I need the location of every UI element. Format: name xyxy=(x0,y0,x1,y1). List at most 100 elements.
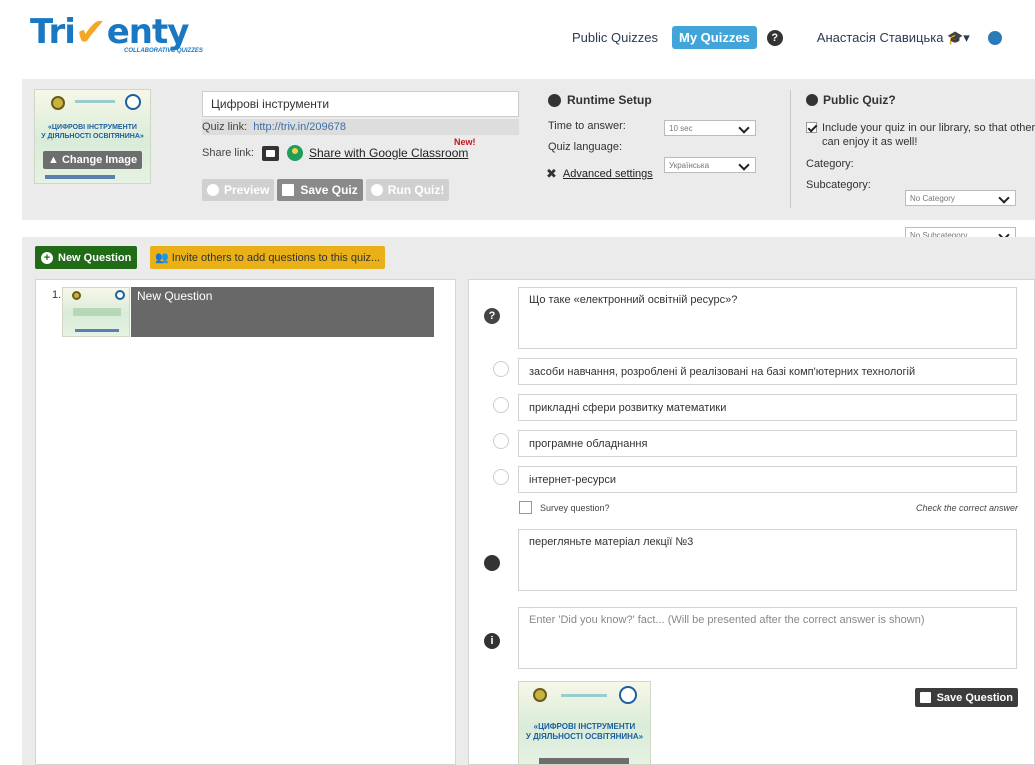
check-correct-hint: Check the correct answer xyxy=(915,503,1018,513)
globe-icon xyxy=(806,94,818,106)
new-badge: New! xyxy=(454,137,476,147)
time-to-answer-select[interactable]: 10 sec xyxy=(664,120,756,136)
advanced-settings-link[interactable]: Advanced settings xyxy=(563,168,653,180)
emblem-icon xyxy=(125,94,141,110)
quiz-action-buttons: Preview Save Quiz Run Quiz! xyxy=(202,179,450,201)
people-icon: 👥 xyxy=(155,252,169,264)
answer-input[interactable]: програмне обладнання xyxy=(518,430,1017,457)
logo-tagline: COLLABORATIVE QUIZZES xyxy=(124,48,203,54)
emblem-icon xyxy=(72,291,81,300)
quiz-link-url[interactable]: http://triv.in/209678 xyxy=(253,121,346,133)
answer-radio[interactable] xyxy=(493,469,509,485)
change-image-button[interactable]: ▲ Change Image xyxy=(43,151,143,169)
thumb-title-line1: «ЦИФРОВІ ІНСТРУМЕНТИ xyxy=(48,124,137,131)
preview-label: Preview xyxy=(224,183,270,197)
answer-input[interactable]: засоби навчання, розроблені й реалізован… xyxy=(518,358,1017,385)
hint-input[interactable]: перегляньте матеріал лекції №3 xyxy=(518,529,1017,591)
change-image-label: Change Image xyxy=(61,154,138,166)
logo-checkmark-icon: ✔ xyxy=(74,10,107,54)
user-name: Анастасія Ставицька xyxy=(816,29,944,45)
did-you-know-placeholder: Enter 'Did you know?' fact... (Will be p… xyxy=(529,614,925,626)
answer-radio[interactable] xyxy=(493,361,509,377)
quiz-link-row: Quiz link: http://triv.in/209678 xyxy=(202,119,519,135)
question-list xyxy=(35,279,456,765)
question-thumbnail[interactable] xyxy=(62,287,130,337)
emblem-icon xyxy=(115,290,125,300)
category-select[interactable]: No Category xyxy=(905,190,1016,206)
run-quiz-label: Run Quiz! xyxy=(387,183,445,197)
floppy-icon xyxy=(282,184,295,196)
top-navigation: Public Quizzes My Quizzes ? Анастасія Ст… xyxy=(572,26,1002,49)
emblem-icon xyxy=(51,96,65,110)
question-number: 1. xyxy=(52,289,62,301)
chevron-down-icon: ▾ xyxy=(963,29,970,45)
nav-public-quizzes[interactable]: Public Quizzes xyxy=(572,30,658,45)
answer-input[interactable]: прикладні сфери розвитку математики xyxy=(518,394,1017,421)
subcategory-label: Subcategory: xyxy=(806,179,871,191)
new-question-label: New Question xyxy=(58,251,132,264)
floppy-icon xyxy=(919,692,931,703)
user-menu[interactable]: Анастасія Ставицька 🎓▾ xyxy=(817,30,970,46)
survey-row: Survey question? xyxy=(519,501,610,514)
include-library-text-2: can enjoy it as well! xyxy=(822,136,918,148)
share-google-classroom-link[interactable]: Share with Google Classroom xyxy=(309,146,468,160)
run-quiz-button[interactable]: Run Quiz! xyxy=(365,179,450,201)
invite-label: Invite others to add questions to this q… xyxy=(171,251,381,264)
survey-checkbox[interactable] xyxy=(519,501,532,514)
category-label: Category: xyxy=(806,158,854,170)
invite-collaborators-button[interactable]: 👥 Invite others to add questions to this … xyxy=(150,246,386,269)
eye-icon xyxy=(207,184,219,196)
question-image-title-2: У ДІЯЛЬНОСТІ ОСВІТЯНИНА» xyxy=(525,732,644,741)
wrench-icon: ✖ xyxy=(546,166,557,181)
preview-button[interactable]: Preview xyxy=(202,179,275,201)
question-image-title-1: «ЦИФРОВІ ІНСТРУМЕНТИ xyxy=(533,722,636,731)
answer-radio[interactable] xyxy=(493,433,509,449)
hint-text: перегляньте матеріал лекції №3 xyxy=(529,536,694,548)
gear-icon xyxy=(548,93,561,107)
quiz-name-input[interactable] xyxy=(202,91,519,117)
question-text-input[interactable]: Що таке «електронний освітній ресурс»? xyxy=(518,287,1017,349)
answer-text: прикладні сфери розвитку математики xyxy=(529,401,727,414)
runtime-setup-title: Runtime Setup xyxy=(548,93,652,107)
logo-text-right: enty xyxy=(106,12,190,52)
new-question-button[interactable]: + New Question xyxy=(35,246,138,269)
google-classroom-icon[interactable] xyxy=(286,145,303,161)
globe-icon[interactable] xyxy=(987,30,1002,45)
emblem-icon xyxy=(619,686,637,704)
quiz-link-label: Quiz link: xyxy=(202,121,248,133)
logo-text-left: Tri xyxy=(30,12,76,52)
question-image[interactable]: «ЦИФРОВІ ІНСТРУМЕНТИ У ДІЯЛЬНОСТІ ОСВІТЯ… xyxy=(518,681,651,765)
share-link-label: Share link: xyxy=(202,147,254,159)
answer-text: інтернет-ресурси xyxy=(529,473,617,486)
plus-icon: + xyxy=(41,251,53,264)
question-list-item[interactable]: New Question xyxy=(131,287,434,337)
runtime-setup-label: Runtime Setup xyxy=(567,93,652,107)
survey-label: Survey question? xyxy=(540,502,610,513)
thumb-title-line2: У ДІЯЛЬНОСТІ ОСВІТЯНИНА» xyxy=(41,133,144,140)
include-library-text-1: Include your quiz in our library, so tha… xyxy=(822,122,1035,134)
save-question-button[interactable]: Save Question xyxy=(914,688,1018,707)
play-icon xyxy=(370,184,383,196)
triventy-logo[interactable]: Tri ✔ enty COLLABORATIVE QUIZZES xyxy=(30,10,203,54)
upload-icon: ▲ xyxy=(48,154,62,166)
answer-radio[interactable] xyxy=(493,397,509,413)
include-library-checkbox[interactable] xyxy=(806,122,817,133)
save-quiz-button[interactable]: Save Quiz xyxy=(277,179,363,201)
panel-divider xyxy=(790,90,791,208)
emblem-icon xyxy=(533,688,547,702)
quiz-language-select[interactable]: Українська xyxy=(664,157,756,173)
question-icon: ? xyxy=(484,308,500,324)
include-library-row: Include your quiz in our library, so tha… xyxy=(806,121,1035,149)
save-question-label: Save Question xyxy=(936,691,1013,704)
share-row: Share link: Share with Google Classroom xyxy=(202,145,468,161)
embed-icon[interactable] xyxy=(261,145,279,161)
lightbulb-icon xyxy=(484,555,500,571)
nav-my-quizzes[interactable]: My Quizzes xyxy=(671,26,757,49)
help-icon[interactable]: ? xyxy=(766,29,783,46)
answer-text: засоби навчання, розроблені й реалізован… xyxy=(529,365,916,378)
did-you-know-input[interactable]: Enter 'Did you know?' fact... (Will be p… xyxy=(518,607,1017,669)
answer-input[interactable]: інтернет-ресурси xyxy=(518,466,1017,493)
advanced-settings-row: ✖ Advanced settings xyxy=(546,166,653,182)
quiz-image[interactable]: «ЦИФРОВІ ІНСТРУМЕНТИ У ДІЯЛЬНОСТІ ОСВІТЯ… xyxy=(34,89,151,184)
graduation-cap-icon: 🎓 xyxy=(947,29,964,45)
